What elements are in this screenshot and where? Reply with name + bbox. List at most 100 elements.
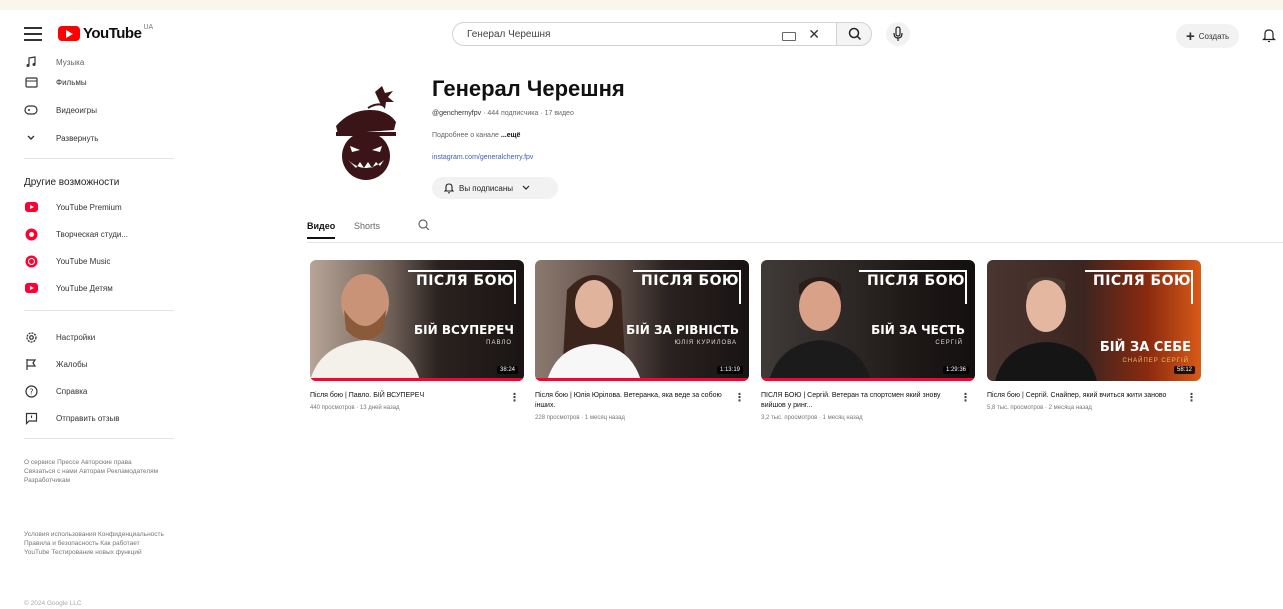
video-title[interactable]: Після бою | Павло. БІЙ ВСУПЕРЕЧ <box>310 391 506 401</box>
sidebar-item-music[interactable]: Музыка <box>24 54 84 70</box>
sidebar-divider <box>24 438 174 439</box>
video-title[interactable]: Після бою | Сергій. Снайпер, який вчитьс… <box>987 391 1183 401</box>
subscribed-button[interactable]: Вы подписаны <box>432 177 558 199</box>
more-options-icon[interactable]: ⋮ <box>1186 391 1197 404</box>
sidebar-item-label: Творческая студи... <box>56 229 129 239</box>
chevron-down-icon <box>24 131 38 145</box>
more-link[interactable]: ...ещё <box>499 132 521 139</box>
sidebar-item-label: Настройки <box>56 332 96 342</box>
thumb-headline: БІЙ ЗА ЧЕСТЬ <box>871 323 965 337</box>
channel-link[interactable]: instagram.com/generalcherry.fpv <box>432 154 533 161</box>
masthead: YouTube UA ✕ + Создать <box>0 10 1283 60</box>
sidebar-item-music-app[interactable]: YouTube Music <box>24 253 111 269</box>
video-card[interactable]: ПІСЛЯ БОЮ БІЙ ВСУПЕРЕЧ ПАВЛО 38:24 Після… <box>310 260 524 411</box>
watch-progress <box>310 378 524 381</box>
thumb-subtitle: ЮЛІЯ КУРИЛОВА <box>674 340 737 346</box>
create-button[interactable]: + Создать <box>1176 24 1240 48</box>
tab-videos[interactable]: Видео <box>307 221 336 239</box>
video-thumbnail[interactable]: ПІСЛЯ БОЮ БІЙ ЗА ЧЕСТЬ СЕРГІЙ 1:29:36 <box>761 260 975 381</box>
logo-text: YouTube <box>83 25 142 42</box>
youtube-studio-icon <box>24 227 38 241</box>
chevron-down-icon <box>522 185 530 190</box>
channel-meta: @genchernyfpv · 444 подписчика · 17 виде… <box>432 110 574 117</box>
sidebar-item-label: Развернуть <box>56 133 99 143</box>
thumb-subtitle: ПАВЛО <box>486 340 512 346</box>
video-thumbnail[interactable]: ПІСЛЯ БОЮ БІЙ ЗА СЕБЕ СНАЙПЕР СЕРГІЙ 58:… <box>987 260 1201 381</box>
video-duration: 38:24 <box>496 366 518 374</box>
video-thumbnail[interactable]: ПІСЛЯ БОЮ БІЙ ЗА РІВНІСТЬ ЮЛІЯ КУРИЛОВА … <box>535 260 749 381</box>
search-input[interactable] <box>465 27 769 41</box>
thumb-brand: ПІСЛЯ БОЮ <box>641 273 739 289</box>
channel-title: Генерал Черешня <box>432 76 625 101</box>
video-meta: 440 просмотров · 13 дней назад <box>310 405 400 411</box>
sidebar-item-games[interactable]: Видеоигры <box>24 102 97 118</box>
tab-shorts[interactable]: Shorts <box>354 221 380 231</box>
sidebar-item-label: YouTube Music <box>56 256 111 266</box>
sidebar-item-studio[interactable]: Творческая студи... <box>24 226 128 242</box>
video-title[interactable]: ПІСЛЯ БОЮ | Сергій. Ветеран та спортсмен… <box>761 391 957 411</box>
person-image <box>310 274 420 381</box>
sidebar-item-settings[interactable]: Настройки <box>24 329 95 345</box>
gear-icon <box>24 330 38 344</box>
keyboard-icon[interactable] <box>782 32 796 41</box>
menu-icon[interactable] <box>24 27 42 41</box>
more-options-icon[interactable]: ⋮ <box>734 391 745 404</box>
sidebar-item-label: YouTube Premium <box>56 202 122 212</box>
thumb-headline: БІЙ ВСУПЕРЕЧ <box>414 323 514 337</box>
film-icon <box>24 75 38 89</box>
sidebar-item-label: YouTube Детям <box>56 283 113 293</box>
video-card[interactable]: ПІСЛЯ БОЮ БІЙ ЗА СЕБЕ СНАЙПЕР СЕРГІЙ 58:… <box>987 260 1201 411</box>
help-icon: ? <box>24 384 38 398</box>
video-meta: 5,8 тыс. просмотров · 2 месяца назад <box>987 405 1092 411</box>
notifications-bell-icon[interactable] <box>1262 27 1276 43</box>
watch-progress <box>535 378 749 381</box>
more-options-icon[interactable]: ⋮ <box>960 391 971 404</box>
video-thumbnail[interactable]: ПІСЛЯ БОЮ БІЙ ВСУПЕРЕЧ ПАВЛО 38:24 <box>310 260 524 381</box>
thumb-brand: ПІСЛЯ БОЮ <box>867 273 965 289</box>
feedback-icon <box>24 411 38 425</box>
create-label: Создать <box>1198 31 1230 41</box>
more-options-icon[interactable]: ⋮ <box>509 391 520 404</box>
video-card[interactable]: ПІСЛЯ БОЮ БІЙ ЗА РІВНІСТЬ ЮЛІЯ КУРИЛОВА … <box>535 260 749 421</box>
video-title[interactable]: Після бою | Юлія Юрілова. Ветеранка, яка… <box>535 391 731 411</box>
sidebar-item-feedback[interactable]: Отправить отзыв <box>24 410 120 426</box>
sidebar-divider <box>24 158 174 159</box>
thumb-subtitle: СНАЙПЕР СЕРГІЙ <box>1122 358 1189 364</box>
channel-avatar[interactable] <box>330 84 410 184</box>
youtube-music-icon <box>24 254 38 268</box>
video-card[interactable]: ПІСЛЯ БОЮ БІЙ ЗА ЧЕСТЬ СЕРГІЙ 1:29:36 ПІ… <box>761 260 975 421</box>
search-icon <box>848 27 862 41</box>
sidebar-item-kids[interactable]: YouTube Детям <box>24 280 113 296</box>
sidebar-item-premium[interactable]: YouTube Premium <box>24 199 122 215</box>
svg-text:?: ? <box>29 387 33 396</box>
youtube-logo[interactable]: YouTube UA <box>58 24 153 42</box>
footer-links-2[interactable]: Условия использования Конфиденциальность… <box>24 530 164 557</box>
sidebar-item-films[interactable]: Фильмы <box>24 74 87 90</box>
sidebar-item-reports[interactable]: Жалобы <box>24 356 87 372</box>
voice-search-button[interactable] <box>886 22 910 46</box>
top-strip <box>0 0 1283 10</box>
thumb-subtitle: СЕРГІЙ <box>935 340 963 346</box>
channel-description[interactable]: Подробнее о канале ...ещё <box>432 132 520 139</box>
clear-icon[interactable]: ✕ <box>808 26 820 43</box>
channel-stats: · 444 подписчика · 17 видео <box>481 110 574 117</box>
plus-icon: + <box>1186 27 1195 45</box>
video-duration: 1:13:19 <box>716 366 743 374</box>
search-button[interactable] <box>836 22 872 46</box>
channel-tabs: Видео Shorts <box>307 214 1283 243</box>
sidebar-item-label: Фильмы <box>56 77 87 87</box>
sidebar-divider <box>24 310 174 311</box>
youtube-kids-icon <box>24 281 38 295</box>
thumb-headline: БІЙ ЗА СЕБЕ <box>1099 340 1191 355</box>
copyright: © 2024 Google LLC <box>24 600 82 607</box>
sidebar-expand[interactable]: Развернуть <box>24 130 98 146</box>
search-box: ✕ <box>452 22 836 46</box>
flag-icon <box>24 357 38 371</box>
watch-progress <box>761 378 975 381</box>
video-meta: 3,2 тыс. просмотров · 1 месяц назад <box>761 415 863 421</box>
sidebar-item-help[interactable]: ? Справка <box>24 383 87 399</box>
video-duration: 1:29:36 <box>942 366 969 374</box>
video-duration: 58:12 <box>1173 366 1195 374</box>
search-icon[interactable] <box>417 218 431 232</box>
footer-links-1[interactable]: О сервисе Прессе Авторские права Связать… <box>24 458 164 485</box>
